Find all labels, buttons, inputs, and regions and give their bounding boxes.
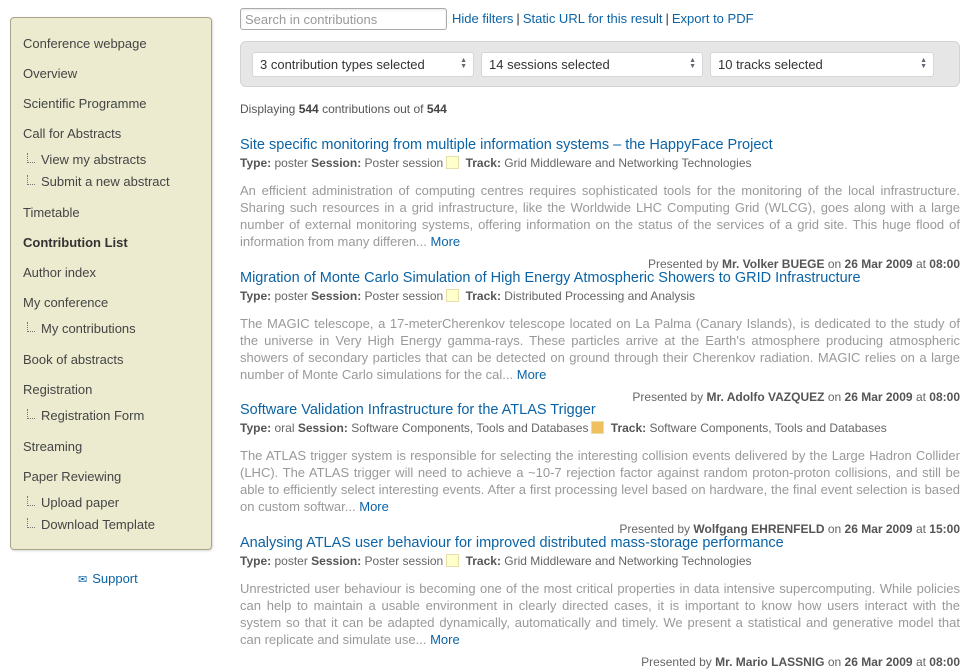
session-color-swatch xyxy=(446,289,460,302)
sidebar-subitem-submit-abstract[interactable]: Submit a new abstract xyxy=(27,174,170,189)
contribution-types-select[interactable]: 3 contribution types selected ▲ ▼ xyxy=(252,52,474,77)
sidebar-subitem-label: Upload paper xyxy=(41,495,120,510)
sidebar-item-contribution-list[interactable]: Contribution List xyxy=(23,235,128,250)
contribution-presenter: Presented by Mr. Volker BUEGE on 26 Mar … xyxy=(647,257,960,271)
more-link[interactable]: More xyxy=(517,367,547,382)
sidebar-subitem-registration-form[interactable]: Registration Form xyxy=(27,408,144,423)
sidebar-item-registration[interactable]: Registration xyxy=(23,382,92,397)
support-link[interactable]: ✉ Support xyxy=(78,571,138,586)
sidebar-item-my-conference[interactable]: My conference xyxy=(23,295,108,310)
separator: | xyxy=(516,11,520,26)
search-input[interactable] xyxy=(240,8,447,30)
export-pdf-link[interactable]: Export to PDF xyxy=(672,11,754,26)
sidebar-item-book-of-abstracts[interactable]: Book of abstracts xyxy=(23,352,123,367)
contribution-title-link[interactable]: Migration of Monte Carlo Simulation of H… xyxy=(240,270,861,286)
more-link[interactable]: More xyxy=(430,632,460,647)
toolbar-links: Hide filters | Static URL for this result |… xyxy=(452,11,754,26)
hide-filters-link[interactable]: Hide filters xyxy=(452,11,513,26)
sidebar-subitem-label: My contributions xyxy=(41,321,136,336)
sidebar-subitem-label: Submit a new abstract xyxy=(41,174,170,189)
tree-connector xyxy=(27,322,35,332)
tree-connector xyxy=(27,409,35,419)
sidebar-item-conference-webpage[interactable]: Conference webpage xyxy=(23,36,147,51)
contribution-description: The MAGIC telescope, a 17-meterCherenkov… xyxy=(240,316,960,382)
sidebar-menu: Conference webpage Overview Scientific P… xyxy=(10,17,212,550)
results-summary: Displaying 544 contributions out of 544 xyxy=(240,102,447,116)
contribution-item: Analysing ATLAS user behaviour for impro… xyxy=(240,535,960,669)
contribution-item: Site specific monitoring from multiple i… xyxy=(240,137,960,271)
sidebar-item-paper-reviewing[interactable]: Paper Reviewing xyxy=(23,469,121,484)
select-arrows-icon: ▲ ▼ xyxy=(920,57,927,70)
select-arrows-icon: ▲ ▼ xyxy=(689,57,696,70)
more-link[interactable]: More xyxy=(431,234,461,249)
select-arrows-icon: ▲ ▼ xyxy=(460,57,467,70)
contribution-presenter: Presented by Wolfgang EHRENFELD on 26 Ma… xyxy=(619,522,960,536)
contribution-meta: Type: poster Session: Poster session Tra… xyxy=(240,289,696,303)
select-label: 10 tracks selected xyxy=(718,57,823,72)
static-url-link[interactable]: Static URL for this result xyxy=(523,11,663,26)
select-label: 3 contribution types selected xyxy=(260,57,425,72)
contribution-presenter: Presented by Mr. Mario LASSNIG on 26 Mar… xyxy=(641,655,960,669)
sidebar-item-scientific-programme[interactable]: Scientific Programme xyxy=(23,96,147,111)
sidebar-subitem-label: View my abstracts xyxy=(41,152,147,167)
sidebar-item-streaming[interactable]: Streaming xyxy=(23,439,82,454)
select-label: 14 sessions selected xyxy=(489,57,610,72)
contribution-description: The ATLAS trigger system is responsible … xyxy=(240,448,960,514)
tree-connector xyxy=(27,153,35,163)
sidebar-subitem-download-template[interactable]: Download Template xyxy=(27,517,155,532)
filter-bar: 3 contribution types selected ▲ ▼ 14 sess… xyxy=(240,41,960,87)
contribution-item: Migration of Monte Carlo Simulation of H… xyxy=(240,270,960,404)
separator: | xyxy=(665,11,669,26)
contribution-title-link[interactable]: Analysing ATLAS user behaviour for impro… xyxy=(240,535,784,551)
sidebar-subitem-label: Download Template xyxy=(41,517,155,532)
session-color-swatch xyxy=(591,421,605,434)
tree-connector xyxy=(27,496,35,506)
sidebar-item-timetable[interactable]: Timetable xyxy=(23,205,80,220)
sidebar-subitem-upload-paper[interactable]: Upload paper xyxy=(27,495,119,510)
contribution-meta: Type: oral Session: Software Components,… xyxy=(240,421,887,435)
more-link[interactable]: More xyxy=(359,499,389,514)
contribution-description: An efficient administration of computing… xyxy=(240,183,960,249)
contribution-item: Software Validation Infrastructure for t… xyxy=(240,402,960,536)
envelope-icon: ✉ xyxy=(78,574,88,586)
sidebar-item-call-for-abstracts[interactable]: Call for Abstracts xyxy=(23,126,121,141)
sessions-select[interactable]: 14 sessions selected ▲ ▼ xyxy=(481,52,703,77)
contribution-title-link[interactable]: Software Validation Infrastructure for t… xyxy=(240,402,596,418)
sidebar-item-overview[interactable]: Overview xyxy=(23,66,77,81)
support-label: Support xyxy=(92,571,138,586)
sidebar-item-author-index[interactable]: Author index xyxy=(23,265,96,280)
contribution-meta: Type: poster Session: Poster session Tra… xyxy=(240,156,752,170)
tree-connector xyxy=(27,518,35,528)
tracks-select[interactable]: 10 tracks selected ▲ ▼ xyxy=(710,52,934,77)
sidebar-subitem-view-my-abstracts[interactable]: View my abstracts xyxy=(27,152,146,167)
sidebar-subitem-label: Registration Form xyxy=(41,408,145,423)
contribution-description: Unrestricted user behaviour is becoming … xyxy=(240,581,960,647)
session-color-swatch xyxy=(446,554,460,567)
tree-connector xyxy=(27,175,35,185)
sidebar-subitem-my-contributions[interactable]: My contributions xyxy=(27,321,136,336)
contribution-meta: Type: poster Session: Poster session Tra… xyxy=(240,554,752,568)
session-color-swatch xyxy=(446,156,460,169)
contribution-title-link[interactable]: Site specific monitoring from multiple i… xyxy=(240,137,773,153)
